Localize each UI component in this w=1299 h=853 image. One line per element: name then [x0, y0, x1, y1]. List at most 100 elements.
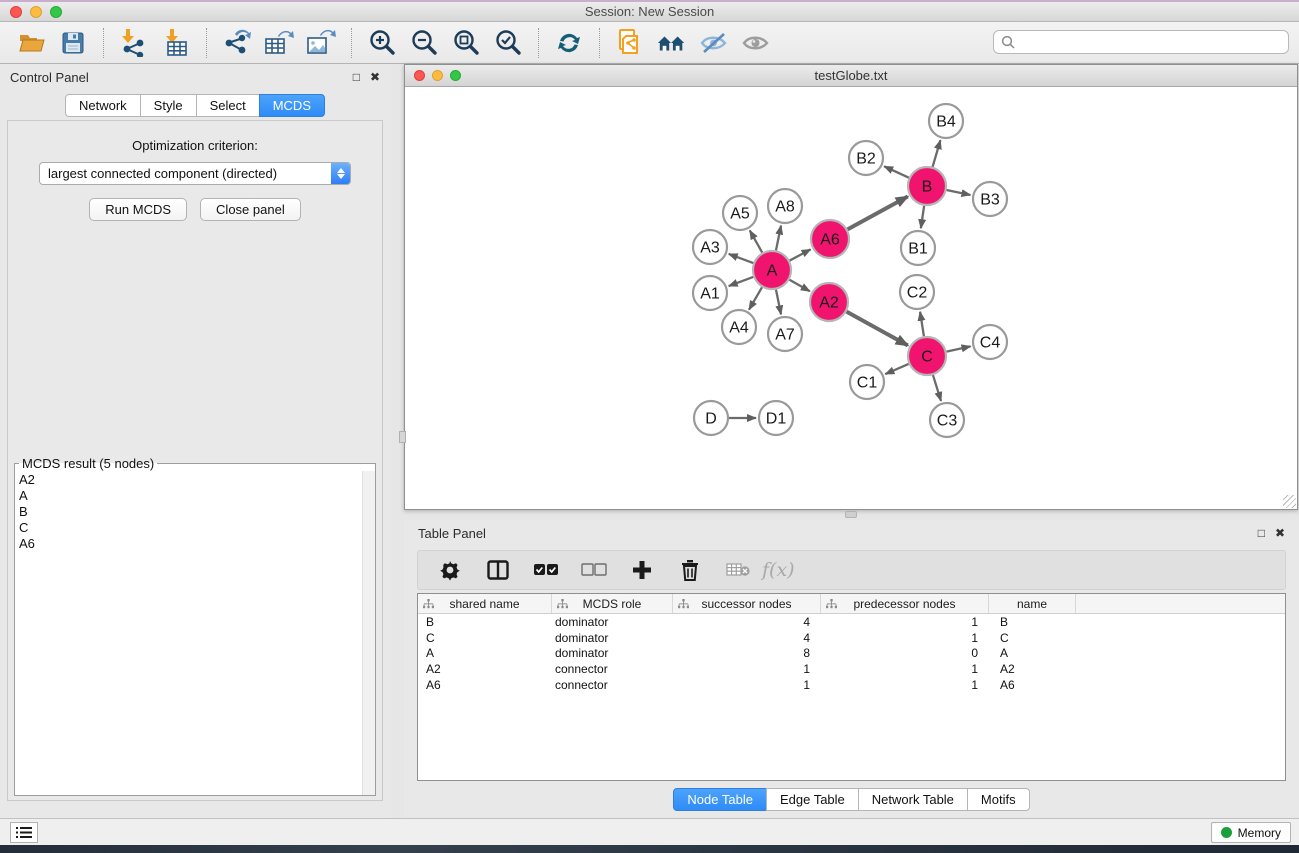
table-options-gear-icon[interactable] [435, 555, 465, 585]
node-A8[interactable]: A8 [768, 189, 802, 223]
edge-A2-C[interactable] [847, 312, 908, 346]
tab-motifs[interactable]: Motifs [967, 788, 1030, 811]
node-B[interactable]: B [908, 167, 946, 205]
cell[interactable]: dominator [552, 615, 673, 629]
network-close-button[interactable] [414, 70, 425, 81]
node-B1[interactable]: B1 [901, 231, 935, 265]
column-header-successor-nodes[interactable]: successor nodes [673, 594, 821, 613]
result-item[interactable]: A2 [19, 472, 375, 488]
zoom-selected-icon[interactable] [493, 28, 523, 58]
table-row[interactable]: A2connector11A2 [418, 661, 1285, 677]
node-A5[interactable]: A5 [723, 196, 757, 230]
create-column-icon[interactable] [627, 555, 657, 585]
close-panel-icon[interactable]: ✖ [370, 70, 380, 84]
edge-C-C4[interactable] [947, 346, 971, 351]
import-table-icon[interactable] [161, 28, 191, 58]
result-item[interactable]: B [19, 504, 375, 520]
run-mcds-button[interactable]: Run MCDS [89, 198, 187, 221]
cell[interactable]: 8 [673, 646, 821, 660]
zoom-window-button[interactable] [50, 6, 62, 18]
result-scrollbar[interactable] [362, 471, 375, 795]
edge-B-B1[interactable] [921, 206, 924, 228]
toggle-panes-icon[interactable] [483, 555, 513, 585]
cell[interactable]: A2 [989, 662, 1076, 676]
network-minimize-button[interactable] [432, 70, 443, 81]
tab-style[interactable]: Style [140, 94, 197, 117]
node-A7[interactable]: A7 [768, 317, 802, 351]
cell[interactable]: 1 [821, 615, 989, 629]
criterion-select[interactable]: largest connected component (directed) [39, 162, 351, 185]
network-zoom-button[interactable] [450, 70, 461, 81]
cell[interactable]: B [418, 615, 552, 629]
edge-A-A2[interactable] [789, 280, 809, 291]
result-item[interactable]: C [19, 520, 375, 536]
edge-B-B4[interactable] [933, 140, 941, 167]
float-panel-icon[interactable]: □ [353, 70, 360, 84]
tab-node-table[interactable]: Node Table [673, 788, 767, 811]
minimize-window-button[interactable] [30, 6, 42, 18]
node-B2[interactable]: B2 [849, 141, 883, 175]
tab-network-table[interactable]: Network Table [858, 788, 968, 811]
select-all-columns-icon[interactable] [531, 555, 561, 585]
zoom-in-icon[interactable] [367, 28, 397, 58]
table-row[interactable]: A6connector11A6 [418, 677, 1285, 693]
unselect-all-columns-icon[interactable] [579, 555, 609, 585]
cell[interactable]: 1 [673, 678, 821, 692]
task-history-button[interactable] [10, 822, 38, 843]
result-item[interactable]: A6 [19, 536, 375, 552]
memory-button[interactable]: Memory [1211, 822, 1291, 843]
cell[interactable]: A6 [418, 678, 552, 692]
close-window-button[interactable] [10, 6, 22, 18]
cell[interactable]: A2 [418, 662, 552, 676]
cell[interactable]: dominator [552, 631, 673, 645]
cell[interactable]: A [418, 646, 552, 660]
node-A[interactable]: A [753, 251, 791, 289]
node-C4[interactable]: C4 [973, 325, 1007, 359]
cell[interactable]: dominator [552, 646, 673, 660]
node-C2[interactable]: C2 [900, 275, 934, 309]
cell[interactable]: connector [552, 662, 673, 676]
node-D1[interactable]: D1 [759, 401, 793, 435]
new-network-from-selection-icon[interactable] [615, 28, 645, 58]
open-session-icon[interactable] [16, 28, 46, 58]
edge-C-C2[interactable] [920, 312, 924, 336]
cell[interactable]: 1 [821, 678, 989, 692]
cell[interactable]: 4 [673, 615, 821, 629]
network-canvas[interactable]: AA1A2A3A4A5A6A7A8BB1B2B3B4CC1C2C3C4DD1 [405, 87, 1297, 509]
edge-A-A6[interactable] [790, 249, 811, 260]
table-row[interactable]: Bdominator41B [418, 614, 1285, 630]
cell[interactable]: 1 [673, 662, 821, 676]
show-all-icon[interactable] [741, 28, 771, 58]
node-A4[interactable]: A4 [722, 310, 756, 344]
node-C[interactable]: C [908, 337, 946, 375]
tab-mcds[interactable]: MCDS [259, 94, 325, 117]
save-session-icon[interactable] [58, 28, 88, 58]
cell[interactable]: 1 [821, 631, 989, 645]
delete-columns-trash-icon[interactable] [675, 555, 705, 585]
column-header-mcds-role[interactable]: MCDS role [552, 594, 673, 613]
table-close-panel-icon[interactable]: ✖ [1275, 526, 1285, 540]
edge-A-A8[interactable] [776, 226, 781, 251]
column-header-name[interactable]: name [989, 594, 1076, 613]
column-header-shared-name[interactable]: shared name [418, 594, 552, 613]
import-network-icon[interactable] [119, 28, 149, 58]
node-A2[interactable]: A2 [810, 283, 848, 321]
edge-A-A4[interactable] [749, 287, 762, 309]
first-neighbors-icon[interactable] [657, 28, 687, 58]
node-D[interactable]: D [694, 401, 728, 435]
edge-A6-B[interactable] [848, 197, 908, 230]
cell[interactable]: A6 [989, 678, 1076, 692]
edge-A-A5[interactable] [750, 230, 762, 252]
cell[interactable]: 1 [821, 662, 989, 676]
search-box[interactable] [993, 30, 1289, 54]
function-builder-icon[interactable]: f(x) [762, 559, 795, 581]
window-resize-grip[interactable] [1283, 495, 1296, 508]
edge-C-C1[interactable] [885, 364, 908, 374]
refresh-layout-icon[interactable] [554, 28, 584, 58]
cell[interactable]: connector [552, 678, 673, 692]
export-table-icon[interactable] [264, 28, 294, 58]
table-row[interactable]: Cdominator41C [418, 630, 1285, 646]
edge-B-B3[interactable] [947, 190, 971, 195]
edge-B-B2[interactable] [884, 166, 909, 177]
table-row[interactable]: Adominator80A [418, 646, 1285, 662]
